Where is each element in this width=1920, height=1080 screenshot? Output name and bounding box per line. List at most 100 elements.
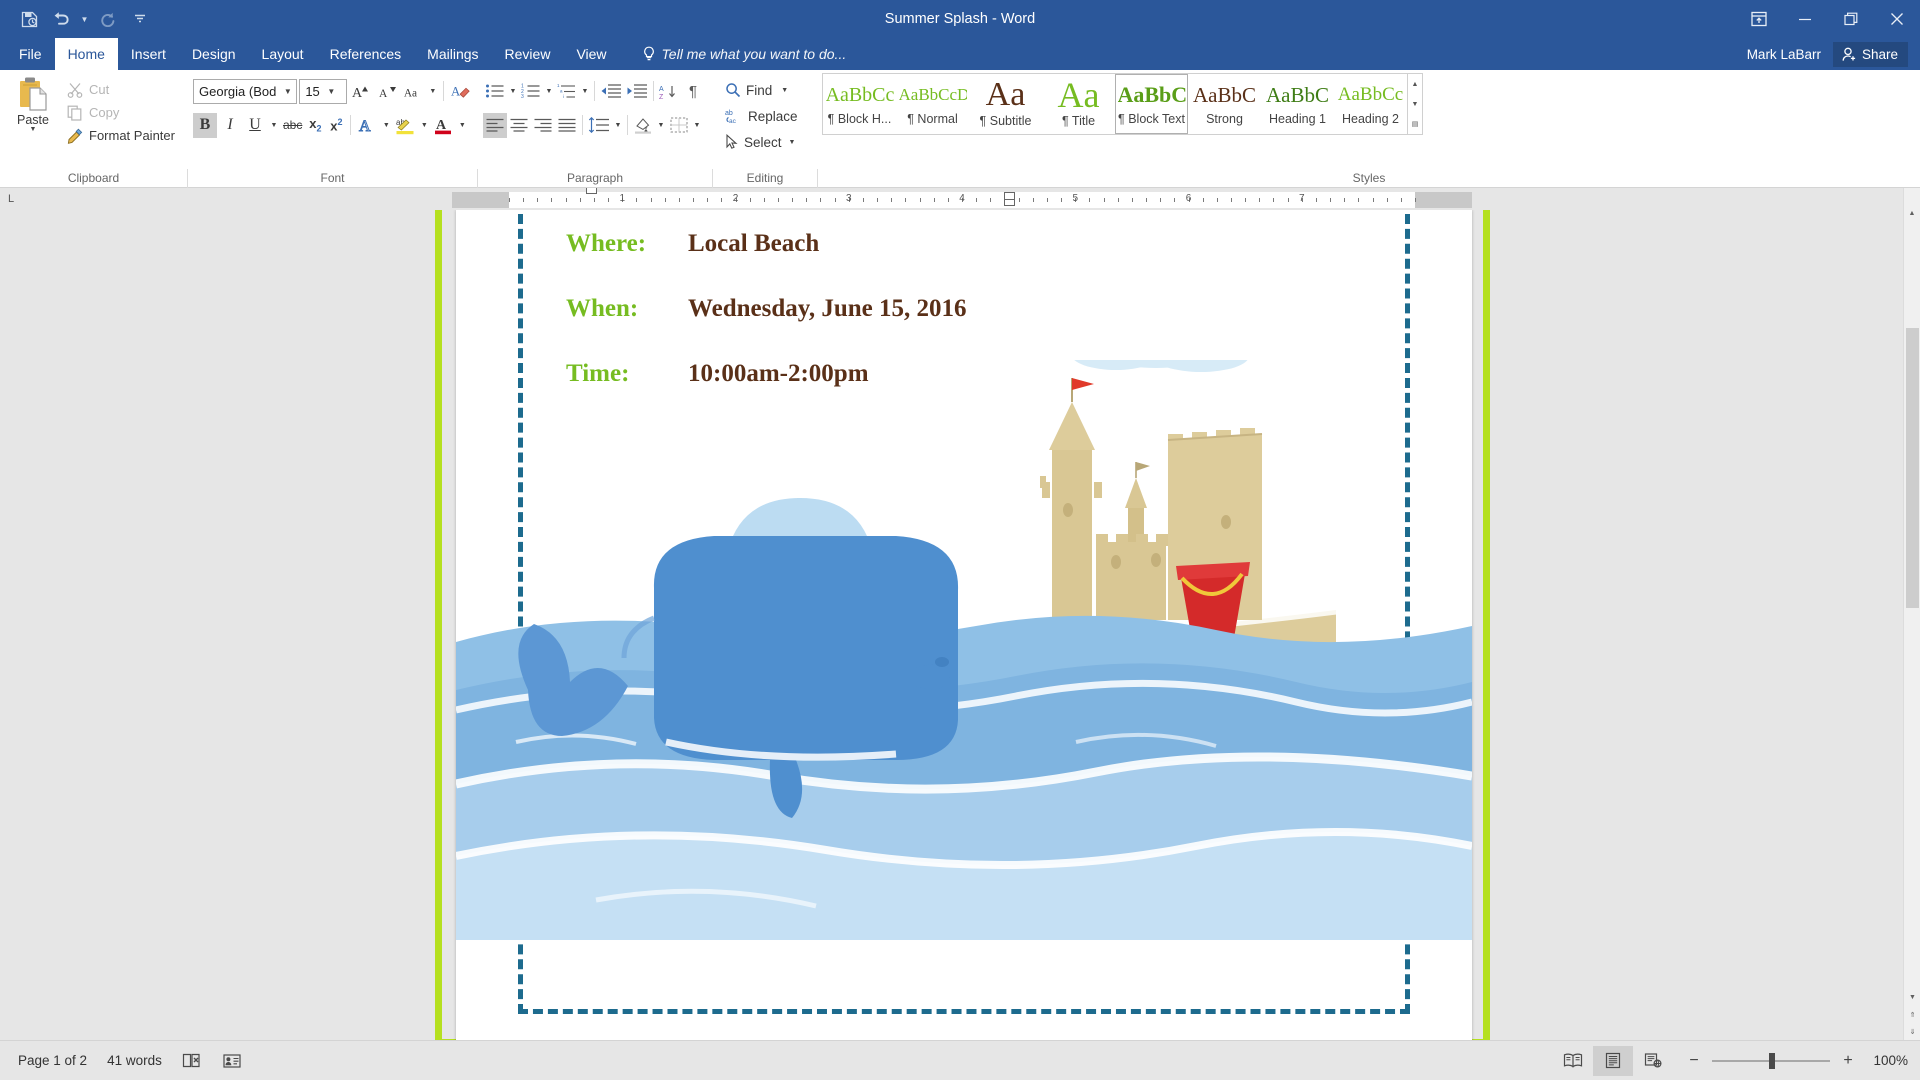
shrink-font-button[interactable]: A <box>375 79 399 104</box>
tab-design[interactable]: Design <box>179 38 249 70</box>
zoom-level-label[interactable]: 100% <box>1866 1053 1908 1068</box>
superscript-button[interactable]: x2 <box>326 113 346 138</box>
customize-quick-access-icon[interactable] <box>125 6 155 32</box>
print-layout-view-button[interactable] <box>1593 1045 1633 1076</box>
zoom-slider[interactable] <box>1712 1052 1830 1069</box>
align-left-button[interactable] <box>483 112 507 138</box>
styles-more-icon[interactable]: ▤ <box>1408 114 1422 134</box>
style-item-strong[interactable]: AaBbC Strong <box>1188 74 1261 134</box>
scroll-down-icon[interactable]: ▼ <box>1904 989 1920 1006</box>
bold-button[interactable]: B <box>193 112 217 138</box>
borders-dropdown-icon[interactable]: ▼ <box>691 113 703 138</box>
font-size-combobox[interactable]: 15 ▼ <box>299 78 347 104</box>
read-mode-view-button[interactable] <box>1553 1046 1593 1076</box>
scroll-up-icon[interactable]: ▲ <box>1904 205 1920 222</box>
cut-button[interactable]: Cut <box>61 78 181 101</box>
sort-button[interactable]: AZ <box>657 79 681 104</box>
tell-me-search[interactable]: Tell me what you want to do... <box>642 38 846 70</box>
style-item-subtitle[interactable]: Aa ¶ Subtitle <box>969 74 1042 134</box>
close-icon[interactable] <box>1874 0 1920 38</box>
word-count-status[interactable]: 41 words <box>97 1046 172 1076</box>
split-window-handle[interactable] <box>1903 188 1920 205</box>
tab-home[interactable]: Home <box>54 38 118 70</box>
ribbon-display-options-icon[interactable] <box>1736 0 1782 38</box>
zoom-slider-thumb[interactable] <box>1768 1052 1775 1069</box>
undo-dropdown-icon[interactable]: ▼ <box>78 6 91 32</box>
numbering-button[interactable]: 123 <box>519 79 543 104</box>
bullets-button[interactable] <box>483 79 507 104</box>
strikethrough-button[interactable]: abc <box>281 113 304 138</box>
select-button[interactable]: Select ▼ <box>718 129 805 155</box>
detail-row-when[interactable]: When: Wednesday, June 15, 2016 <box>566 295 1346 323</box>
paste-button[interactable]: Paste ▼ <box>5 74 61 169</box>
tab-references[interactable]: References <box>317 38 415 70</box>
tab-stop-selector[interactable]: L <box>0 188 22 210</box>
document-page[interactable]: Where: Local Beach When: Wednesday, June… <box>456 210 1472 1040</box>
italic-button[interactable]: I <box>218 113 242 138</box>
redo-icon[interactable] <box>93 6 123 32</box>
align-right-button[interactable] <box>531 113 555 138</box>
beach-illustration[interactable] <box>456 360 1472 1012</box>
detail-row-where[interactable]: Where: Local Beach <box>566 230 1346 258</box>
minimize-icon[interactable] <box>1782 0 1828 38</box>
shading-dropdown-icon[interactable]: ▼ <box>655 113 667 138</box>
zoom-out-button[interactable]: − <box>1685 1050 1703 1072</box>
zoom-in-button[interactable]: + <box>1839 1050 1857 1072</box>
highlight-dropdown-icon[interactable]: ▼ <box>418 113 430 138</box>
copy-button[interactable]: Copy <box>61 101 181 124</box>
numbering-dropdown-icon[interactable]: ▼ <box>543 79 555 104</box>
grow-font-button[interactable]: A <box>349 79 373 104</box>
multilevel-dropdown-icon[interactable]: ▼ <box>579 79 591 104</box>
underline-dropdown-icon[interactable]: ▼ <box>268 113 280 138</box>
tab-layout[interactable]: Layout <box>249 38 317 70</box>
next-page-icon[interactable]: ⇓ <box>1904 1023 1920 1040</box>
restore-icon[interactable] <box>1828 0 1874 38</box>
find-dropdown-icon[interactable]: ▼ <box>781 87 788 94</box>
share-button[interactable]: Share <box>1832 41 1908 67</box>
font-name-combobox[interactable]: Georgia (Bod ▼ <box>193 78 298 104</box>
show-paragraph-marks-button[interactable]: ¶ <box>681 79 705 104</box>
web-layout-view-button[interactable] <box>1633 1046 1673 1076</box>
text-effects-dropdown-icon[interactable]: ▼ <box>380 113 392 138</box>
change-case-button[interactable]: Aa <box>401 79 426 104</box>
subscript-button[interactable]: x2 <box>305 113 325 138</box>
style-item-block-heading[interactable]: AaBbCc ¶ Block H... <box>823 74 896 134</box>
styles-scroll-up-icon[interactable]: ▲ <box>1408 74 1422 94</box>
center-button[interactable] <box>507 113 531 138</box>
tab-review[interactable]: Review <box>492 38 564 70</box>
multilevel-list-button[interactable]: 1ai <box>555 79 579 104</box>
undo-icon[interactable] <box>46 6 76 32</box>
save-icon[interactable] <box>14 6 44 32</box>
hanging-indent-marker[interactable] <box>1004 199 1015 206</box>
format-painter-button[interactable]: Format Painter <box>61 124 181 147</box>
scrollbar-thumb[interactable] <box>1906 328 1919 608</box>
font-color-button[interactable]: A <box>431 113 455 138</box>
tab-file[interactable]: File <box>6 38 55 70</box>
font-size-dropdown-icon[interactable]: ▼ <box>323 80 340 103</box>
page-number-status[interactable]: Page 1 of 2 <box>8 1046 97 1076</box>
bullets-dropdown-icon[interactable]: ▼ <box>507 79 519 104</box>
tab-insert[interactable]: Insert <box>118 38 179 70</box>
borders-button[interactable] <box>667 113 691 138</box>
decrease-indent-button[interactable] <box>598 79 624 104</box>
select-dropdown-icon[interactable]: ▼ <box>789 139 796 146</box>
tab-view[interactable]: View <box>563 38 619 70</box>
find-button[interactable]: Find ▼ <box>718 77 805 103</box>
text-highlight-button[interactable]: ab <box>393 113 417 138</box>
previous-page-icon[interactable]: ⇑ <box>1904 1006 1920 1023</box>
horizontal-ruler[interactable]: 1 2 3 4 5 6 7 <box>452 188 1472 208</box>
paste-dropdown-icon[interactable]: ▼ <box>30 126 37 133</box>
style-item-heading-1[interactable]: AaBbC Heading 1 <box>1261 74 1334 134</box>
change-case-dropdown-icon[interactable]: ▼ <box>428 79 438 104</box>
first-line-indent-marker[interactable] <box>586 188 597 194</box>
justify-button[interactable] <box>555 113 579 138</box>
proofing-errors-icon[interactable] <box>172 1046 212 1076</box>
underline-button[interactable]: U <box>243 113 267 138</box>
text-effects-button[interactable]: A <box>355 113 379 138</box>
accessibility-checker-icon[interactable] <box>212 1046 252 1076</box>
style-item-block-text[interactable]: AaBbC ¶ Block Text <box>1115 74 1188 134</box>
vertical-scrollbar[interactable]: ▲ ▼ ⇑ ⇓ <box>1903 188 1920 1040</box>
font-color-dropdown-icon[interactable]: ▼ <box>456 113 468 138</box>
tab-mailings[interactable]: Mailings <box>414 38 491 70</box>
left-indent-marker[interactable] <box>1004 192 1015 199</box>
